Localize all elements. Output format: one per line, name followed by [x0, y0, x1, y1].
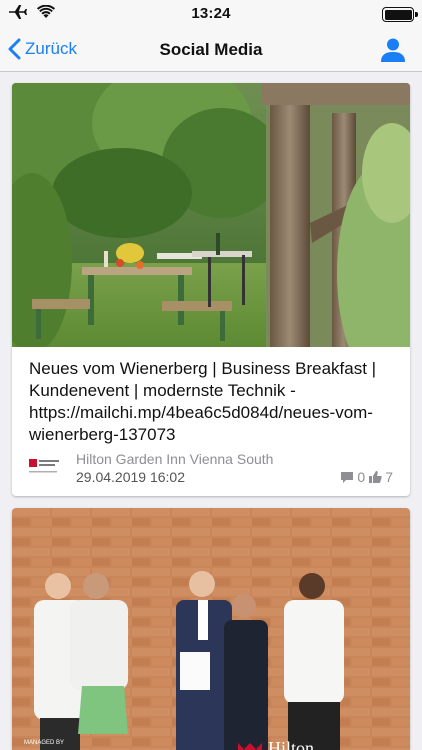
- post-text[interactable]: Neues vom Wienerberg | Business Breakfas…: [29, 358, 397, 446]
- person-icon[interactable]: [380, 37, 406, 63]
- status-bar: 13:24: [0, 0, 422, 28]
- post-author: Hilton Garden Inn Vienna South: [76, 451, 274, 467]
- battery-icon: [382, 7, 418, 22]
- hotel-logo: [29, 459, 59, 473]
- hilton-logo-icon: [238, 742, 262, 750]
- comment-count: 0: [357, 469, 366, 485]
- navigation-bar: Zurück Social Media: [0, 28, 422, 72]
- post-meta: Hilton Garden Inn Vienna South 29.04.201…: [29, 449, 399, 485]
- post-card[interactable]: Neues vom Wienerberg | Business Breakfas…: [12, 83, 410, 496]
- page-title: Social Media: [159, 40, 263, 59]
- post-card[interactable]: MANAGED BY Hilton: [12, 508, 410, 750]
- post-date: 29.04.2019 16:02: [76, 469, 185, 485]
- thumbs-up-icon[interactable]: [368, 470, 382, 484]
- like-count: 7: [385, 469, 393, 485]
- staff-group-photo[interactable]: MANAGED BY: [12, 508, 410, 750]
- svg-text:MANAGED BY: MANAGED BY: [24, 740, 64, 746]
- post-stats: 0 7: [340, 469, 393, 485]
- social-feed[interactable]: Neues vom Wienerberg | Business Breakfas…: [0, 72, 422, 750]
- garden-table-photo[interactable]: [12, 83, 410, 347]
- brand-text: Hilton: [268, 738, 315, 750]
- comment-icon[interactable]: [340, 471, 354, 484]
- hilton-brand-mark: Hilton: [238, 738, 314, 750]
- status-time: 13:24: [191, 5, 231, 22]
